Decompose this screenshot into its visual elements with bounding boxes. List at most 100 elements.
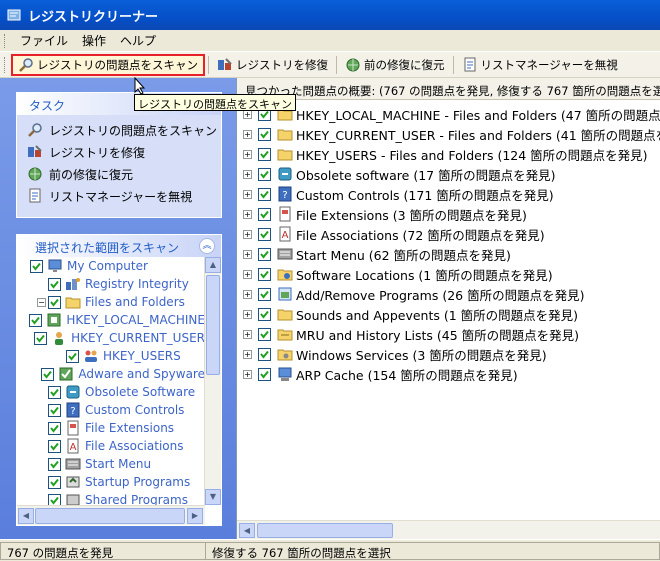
result-row[interactable]: + Start Menu (62 箇所の問題点を発見) [237,244,660,264]
result-checkbox[interactable] [258,167,271,181]
scrollbar-thumb[interactable] [257,523,393,538]
scrollbar-thumb[interactable] [206,275,220,375]
result-row[interactable]: + File Extensions (3 箇所の問題点を発見) [237,204,660,224]
tree-expand-icon[interactable]: + [243,289,252,299]
scroll-down-icon[interactable]: ▼ [205,489,221,505]
result-checkbox[interactable] [258,127,271,141]
menu-help[interactable]: ヘルプ [113,30,163,51]
result-row[interactable]: + Add/Remove Programs (26 箇所の問題点を発見) [237,284,660,304]
result-row[interactable]: + Sounds and Appevents (1 箇所の問題点を発見) [237,304,660,324]
tree-expand-icon[interactable]: + [243,209,252,219]
scan-scope-checkbox[interactable] [48,277,61,291]
scan-scope-vertical-scrollbar[interactable]: ▲ ▼ [204,257,221,505]
scan-scope-item[interactable]: Shared Programs [17,491,205,505]
scan-scope-item[interactable]: Registry Integrity [17,275,205,293]
file-extensions-icon [67,420,79,436]
tree-expand-icon[interactable]: + [243,149,252,159]
task-restore-previous[interactable]: 前の修復に復元 [17,163,221,185]
task-scan-registry[interactable]: レジストリの問題点をスキャン [17,119,221,141]
repair-registry-button[interactable]: レジストリを修復 [212,54,333,76]
svg-text:A: A [282,230,289,241]
tree-expand-icon[interactable]: + [243,329,252,339]
tree-expand-icon[interactable]: + [243,229,252,239]
result-row[interactable]: + Windows Services (3 箇所の問題点を発見) [237,344,660,364]
scan-scope-checkbox[interactable] [48,475,61,489]
scan-scope-checkbox[interactable] [48,295,61,309]
tree-expand-icon[interactable]: + [243,129,252,139]
scan-scope-checkbox[interactable] [41,367,55,381]
result-row[interactable]: + ARP Cache (154 箇所の問題点を発見) [237,364,660,384]
scroll-right-icon[interactable]: ▶ [187,508,203,524]
scan-scope-item[interactable]: HKEY_LOCAL_MACHINE [17,311,205,329]
scan-scope-checkbox[interactable] [48,457,61,471]
scan-scope-item[interactable]: My Computer [17,257,205,275]
result-checkbox[interactable] [258,327,271,341]
tree-expand-icon[interactable]: + [243,189,252,199]
result-checkbox[interactable] [258,227,271,241]
scan-scope-item[interactable]: Start Menu [17,455,205,473]
scan-scope-checkbox[interactable] [48,385,61,399]
scan-scope-item[interactable]: File Extensions [17,419,205,437]
scan-scope-checkbox[interactable] [48,421,61,435]
ignore-list-manager-button[interactable]: リストマネージャーを無視 [457,54,623,76]
scan-scope-item[interactable]: HKEY_CURRENT_USER [17,329,205,347]
tree-expand-icon[interactable]: + [243,349,252,359]
task-ignore-label: リストマネージャーを無視 [49,189,193,204]
mouse-cursor-icon [134,77,146,95]
custom-controls-icon: ? [66,402,80,418]
scan-scope-checkbox[interactable] [48,403,61,417]
tree-expand-icon[interactable]: + [243,309,252,319]
toolbar-grip[interactable] [4,56,7,73]
scan-scope-item[interactable]: A File Associations [17,437,205,455]
scrollbar-thumb[interactable] [35,508,185,524]
menu-file[interactable]: ファイル [13,30,75,51]
scan-scope-item-label: HKEY_CURRENT_USER [71,331,205,345]
result-row[interactable]: + Obsolete software (17 箇所の問題点を発見) [237,164,660,184]
scan-scope-item[interactable]: ? Custom Controls [17,401,205,419]
result-row[interactable]: + A File Associations (72 箇所の問題点を発見) [237,224,660,244]
result-checkbox[interactable] [258,307,271,321]
scan-scope-checkbox[interactable] [29,313,43,327]
tree-expand-icon[interactable]: + [243,369,252,379]
result-checkbox[interactable] [258,267,271,281]
scroll-left-icon[interactable]: ◀ [239,523,255,538]
tree-expand-icon[interactable]: + [243,249,252,259]
result-checkbox[interactable] [258,207,271,221]
scan-scope-item[interactable]: Adware and Spyware [17,365,205,383]
tree-collapse-icon[interactable]: − [37,297,46,307]
restore-previous-button[interactable]: 前の修復に復元 [340,54,450,76]
scroll-up-icon[interactable]: ▲ [205,257,221,273]
scan-registry-button[interactable]: レジストリの問題点をスキャン [11,53,205,76]
tree-expand-icon[interactable]: + [243,169,252,179]
scan-scope-checkbox[interactable] [34,331,48,345]
scan-scope-item[interactable]: Startup Programs [17,473,205,491]
result-checkbox[interactable] [258,367,271,381]
result-checkbox[interactable] [258,347,271,361]
result-row[interactable]: + HKEY_USERS - Files and Folders (124 箇所の… [237,144,660,164]
scan-scope-item[interactable]: HKEY_USERS [17,347,205,365]
scan-scope-checkbox[interactable] [30,259,43,273]
scan-scope-item[interactable]: − Files and Folders [17,293,205,311]
result-row[interactable]: + HKEY_LOCAL_MACHINE - Files and Folders … [237,104,660,124]
tree-expand-icon[interactable]: + [243,269,252,279]
menu-action[interactable]: 操作 [75,30,113,51]
result-row[interactable]: + MRU and History Lists (45 箇所の問題点を発見) [237,324,660,344]
scan-scope-item[interactable]: Obsolete Software [17,383,205,401]
scroll-left-icon[interactable]: ◀ [18,508,34,524]
scan-scope-checkbox[interactable] [66,349,79,363]
result-checkbox[interactable] [258,287,271,301]
result-checkbox[interactable] [258,247,271,261]
result-checkbox[interactable] [258,147,271,161]
result-row[interactable]: + HKEY_CURRENT_USER - Files and Folders (… [237,124,660,144]
scan-scope-checkbox[interactable] [48,439,61,453]
task-repair-registry[interactable]: レジストリを修復 [17,141,221,163]
result-row[interactable]: + Software Locations (1 箇所の問題点を発見) [237,264,660,284]
task-ignore-list-manager[interactable]: リストマネージャーを無視 [17,185,221,207]
scan-scope-checkbox[interactable] [48,493,61,505]
results-horizontal-scrollbar[interactable]: ◀ [237,520,660,539]
collapse-chevron-icon[interactable]: ︽ [199,238,215,254]
result-row[interactable]: +? Custom Controls (171 箇所の問題点を発見) [237,184,660,204]
menubar-grip[interactable] [4,33,7,48]
scan-scope-horizontal-scrollbar[interactable]: ◀ ▶ [17,505,205,525]
result-checkbox[interactable] [258,187,271,201]
